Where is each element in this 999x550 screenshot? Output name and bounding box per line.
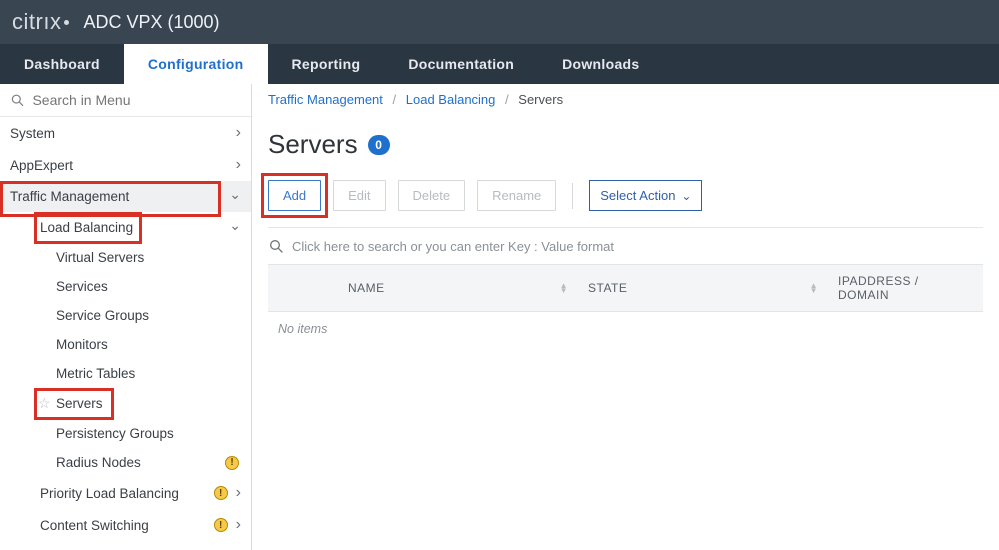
table-search[interactable]: Click here to search or you can enter Ke… [268,228,983,264]
sort-icon: ▲▼ [810,283,818,293]
page-title: Servers [268,129,358,160]
sidebar-item-label: Virtual Servers [56,250,241,265]
sidebar-item-persistency-groups[interactable]: Persistency Groups [0,419,251,448]
sidebar-item-metric-tables[interactable]: Metric Tables [0,359,251,388]
sidebar-item-radius-nodes[interactable]: Radius Nodes ! [0,448,251,477]
sidebar-item-label: Service Groups [56,308,241,323]
chevron-down-icon: ⌄ [681,189,691,203]
warning-icon: ! [225,456,239,470]
sidebar-item-service-groups[interactable]: Service Groups [0,301,251,330]
sidebar-item-label: Metric Tables [56,366,241,381]
menu-search[interactable] [0,84,251,117]
col-select[interactable] [268,265,338,311]
star-icon: ☆ [38,395,52,412]
citrix-logo: citrıx [12,9,69,35]
chevron-right-icon [236,484,241,502]
warning-icon: ! [214,486,228,500]
col-state[interactable]: STATE ▲▼ [578,265,828,311]
sidebar-item-services[interactable]: Services [0,272,251,301]
sidebar-item-label: Content Switching [40,518,214,533]
sidebar-item-priority-lb[interactable]: Priority Load Balancing ! [0,477,251,509]
select-action-label: Select Action [600,188,675,203]
col-name[interactable]: NAME ▲▼ [338,265,578,311]
add-button[interactable]: Add [268,180,321,211]
sidebar-item-label: Persistency Groups [56,426,241,441]
select-action-dropdown[interactable]: Select Action ⌄ [589,180,702,211]
brand-bar: citrıx ADC VPX (1000) [0,0,999,44]
col-ip[interactable]: IPADDRESS / DOMAIN [828,265,983,311]
sidebar-item-label: Services [56,279,241,294]
breadcrumb-link-lb[interactable]: Load Balancing [406,92,496,107]
sidebar-item-label: Load Balancing [40,220,229,235]
content-pane: Traffic Management / Load Balancing / Se… [252,84,999,550]
table-header: NAME ▲▼ STATE ▲▼ IPADDRESS / DOMAIN [268,264,983,312]
sidebar-item-traffic-management[interactable]: Traffic Management [0,181,251,212]
col-label: STATE [588,281,627,295]
warning-icon: ! [214,518,228,532]
nav-tree: System AppExpert Traffic Management Load… [0,117,251,541]
chevron-down-icon [229,219,241,236]
tab-configuration[interactable]: Configuration [124,44,268,84]
product-title: ADC VPX (1000) [83,12,219,33]
search-icon [268,238,284,254]
sidebar-item-monitors[interactable]: Monitors [0,330,251,359]
sidebar-item-label: Monitors [56,337,241,352]
chevron-right-icon [236,516,241,534]
sidebar-item-label: Priority Load Balancing [40,486,214,501]
edit-button[interactable]: Edit [333,180,385,211]
sort-icon: ▲▼ [560,283,568,293]
main-nav: Dashboard Configuration Reporting Docume… [0,44,999,84]
table-search-placeholder: Click here to search or you can enter Ke… [292,239,614,254]
count-badge: 0 [368,135,390,155]
col-label: NAME [348,281,385,295]
toolbar-divider [572,183,573,209]
sidebar-item-label: Servers [56,396,241,411]
tab-dashboard[interactable]: Dashboard [0,44,124,84]
sidebar-item-content-switching[interactable]: Content Switching ! [0,509,251,541]
col-label: IPADDRESS / DOMAIN [838,274,973,302]
sidebar-item-label: AppExpert [10,158,236,173]
chevron-right-icon [236,156,241,174]
breadcrumb: Traffic Management / Load Balancing / Se… [268,92,983,111]
tab-documentation[interactable]: Documentation [384,44,538,84]
chevron-down-icon [229,188,241,205]
breadcrumb-current: Servers [518,92,563,107]
table-empty-text: No items [268,312,983,346]
page-heading: Servers 0 [268,129,983,160]
tab-reporting[interactable]: Reporting [268,44,385,84]
delete-button[interactable]: Delete [398,180,466,211]
sidebar-item-label: Traffic Management [10,189,229,204]
tab-downloads[interactable]: Downloads [538,44,663,84]
sidebar-item-virtual-servers[interactable]: Virtual Servers [0,243,251,272]
sidebar-item-appexpert[interactable]: AppExpert [0,149,251,181]
sidebar-item-servers[interactable]: ☆ Servers [0,388,251,419]
chevron-right-icon [236,124,241,142]
sidebar-item-system[interactable]: System [0,117,251,149]
breadcrumb-link-traffic[interactable]: Traffic Management [268,92,383,107]
sidebar-item-label: Radius Nodes [56,455,225,470]
sidebar-item-load-balancing[interactable]: Load Balancing [0,212,251,243]
menu-search-input[interactable] [32,92,241,108]
toolbar: Add Edit Delete Rename Select Action ⌄ [268,180,983,228]
search-icon [10,92,24,108]
sidebar-item-label: System [10,126,236,141]
sidebar: System AppExpert Traffic Management Load… [0,84,252,550]
rename-button[interactable]: Rename [477,180,556,211]
